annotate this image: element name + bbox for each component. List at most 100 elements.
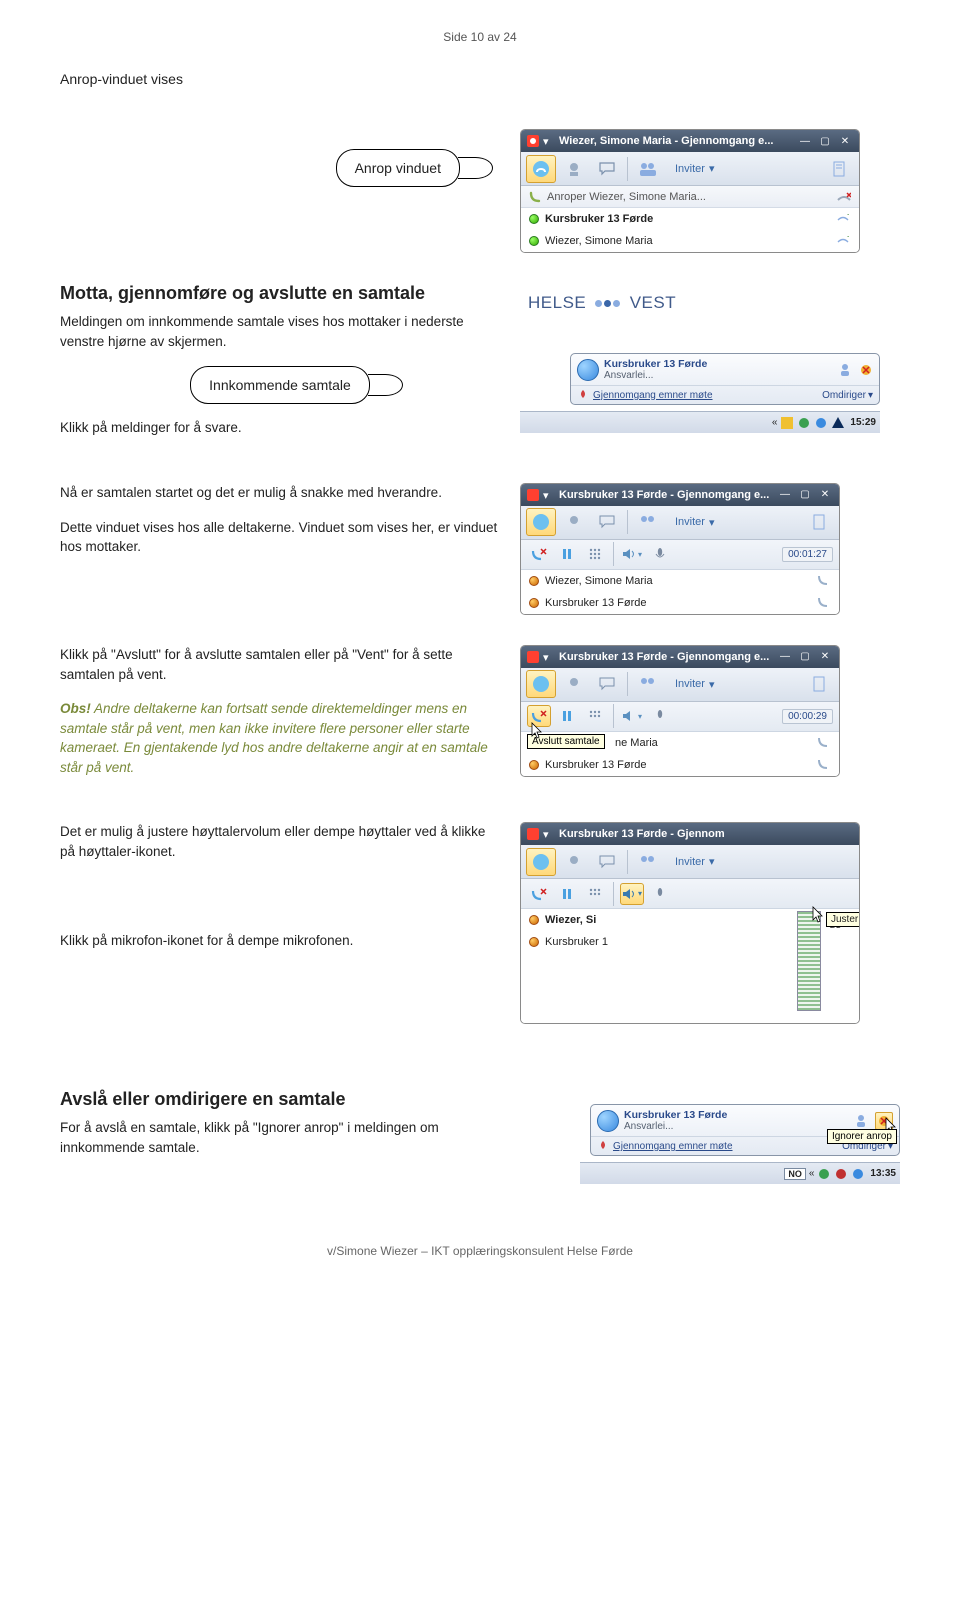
ocs-connected-window: ▾ Kursbruker 13 Førde - Gjennomgang e...…: [520, 483, 840, 615]
reject-icon[interactable]: [859, 363, 873, 377]
close-button[interactable]: ✕: [817, 650, 833, 664]
subject-link[interactable]: Gjennomgang emner møte: [613, 1141, 733, 1152]
invite-button[interactable]: Inviter ▾: [666, 155, 724, 183]
alert-icon: [577, 389, 589, 401]
chat-button[interactable]: [592, 670, 622, 698]
svg-text:+: +: [847, 212, 849, 219]
options-button[interactable]: [804, 508, 834, 536]
invite-button[interactable]: Inviter▾: [666, 670, 724, 698]
hold-button[interactable]: [555, 705, 579, 727]
add-icon[interactable]: +: [837, 234, 851, 248]
hold-button[interactable]: [555, 883, 579, 905]
end-call-button[interactable]: [527, 883, 551, 905]
ocs-volume-window: ▾ Kursbruker 13 Førde - Gjennom Inviter▾: [520, 822, 860, 1024]
tray-expand-icon[interactable]: «: [809, 1168, 815, 1179]
options-button[interactable]: [824, 155, 854, 183]
minimize-button[interactable]: —: [777, 650, 793, 664]
caller-subtitle: Ansvarlei...: [604, 370, 835, 381]
add-people-button[interactable]: [633, 848, 663, 876]
speaker-button[interactable]: ▾: [620, 883, 644, 905]
alert-icon: [597, 1140, 609, 1152]
invite-button[interactable]: Inviter▾: [666, 848, 724, 876]
person-icon[interactable]: [856, 1114, 870, 1128]
options-button[interactable]: [804, 670, 834, 698]
redirect-dropdown[interactable]: Omdiriger ▾: [822, 390, 873, 401]
webcam-button[interactable]: [559, 508, 589, 536]
incoming-call-toast[interactable]: Kursbruker 13 Førde Ansvarlei... Gjennom…: [570, 353, 880, 405]
participant-row[interactable]: Wiezer, Si: [521, 909, 789, 931]
minimize-button[interactable]: —: [777, 488, 793, 502]
dialpad-button[interactable]: [583, 543, 607, 565]
speaker-button[interactable]: ▾: [620, 705, 644, 727]
tray-expand-icon[interactable]: «: [772, 417, 778, 428]
person-icon[interactable]: [840, 363, 854, 377]
phone-icon: [529, 191, 541, 203]
maximize-button[interactable]: ▢: [797, 650, 813, 664]
add-people-button[interactable]: [633, 155, 663, 183]
speaker-button[interactable]: ▾: [620, 543, 644, 565]
titlebar[interactable]: ▾ Kursbruker 13 Førde - Gjennomgang e...…: [521, 484, 839, 506]
titlebar[interactable]: ▾ Kursbruker 13 Førde - Gjennomgang e...…: [521, 646, 839, 668]
call-tab-button[interactable]: [526, 670, 556, 698]
tray-icon[interactable]: [780, 416, 794, 430]
webcam-button[interactable]: [559, 848, 589, 876]
dialpad-button[interactable]: [583, 883, 607, 905]
mic-button[interactable]: [648, 705, 672, 727]
logo-dots-icon: [595, 300, 620, 307]
webcam-button[interactable]: [559, 155, 589, 183]
mic-button[interactable]: [648, 883, 672, 905]
phone-icon[interactable]: [817, 596, 831, 610]
participant-row[interactable]: Wiezer, Simone Maria +: [521, 230, 859, 252]
close-button[interactable]: ✕: [837, 134, 853, 148]
subject-link[interactable]: Gjennomgang emner møte: [593, 390, 713, 401]
add-people-button[interactable]: [633, 508, 663, 536]
webcam-button[interactable]: [559, 670, 589, 698]
participant-row[interactable]: Wiezer, Simone Maria: [521, 570, 839, 592]
call-tab-button[interactable]: [526, 155, 556, 183]
call-tab-button[interactable]: [526, 508, 556, 536]
phone-icon[interactable]: [817, 758, 831, 772]
end-call-button[interactable]: [527, 543, 551, 565]
presence-icon: [529, 214, 539, 224]
participant-row[interactable]: Kursbruker 1: [521, 931, 789, 953]
add-icon[interactable]: +: [837, 212, 851, 226]
tray-icon[interactable]: [797, 416, 811, 430]
mic-button[interactable]: [648, 543, 672, 565]
volume-slider[interactable]: Juster høyttalervolum: [797, 911, 821, 1011]
maximize-button[interactable]: ▢: [797, 488, 813, 502]
participant-row[interactable]: Kursbruker 13 Førde: [521, 754, 839, 776]
chat-button[interactable]: [592, 155, 622, 183]
participant-row[interactable]: Avslutt samtale ne Maria: [521, 732, 839, 754]
add-people-button[interactable]: [633, 670, 663, 698]
titlebar[interactable]: ▾ Wiezer, Simone Maria - Gjennomgang e..…: [521, 130, 859, 152]
chat-button[interactable]: [592, 508, 622, 536]
call-tab-button[interactable]: [526, 848, 556, 876]
hangup-icon[interactable]: [837, 191, 851, 203]
tray-icon[interactable]: [817, 1167, 831, 1181]
close-button[interactable]: ✕: [817, 488, 833, 502]
paragraph: Klikk på "Avslutt" for å avslutte samtal…: [60, 645, 500, 684]
maximize-button[interactable]: ▢: [817, 134, 833, 148]
phone-icon[interactable]: [817, 736, 831, 750]
window-title: Wiezer, Simone Maria - Gjennomgang e...: [559, 135, 793, 147]
dialpad-button[interactable]: [583, 705, 607, 727]
tray-lang[interactable]: NO: [784, 1168, 806, 1180]
participant-list: Wiezer, Si Kursbruker 1 Juster høyttaler…: [521, 909, 859, 1023]
tray-icon[interactable]: [831, 416, 845, 430]
hold-button[interactable]: [555, 543, 579, 565]
tray-icon[interactable]: [814, 416, 828, 430]
presence-icon: [529, 937, 539, 947]
incoming-call-toast[interactable]: Kursbruker 13 Førde Ansvarlei... Gjennom…: [590, 1104, 900, 1156]
phone-icon[interactable]: [817, 574, 831, 588]
tray-icon[interactable]: [834, 1167, 848, 1181]
invite-button[interactable]: Inviter▾: [666, 508, 724, 536]
chat-button[interactable]: [592, 848, 622, 876]
tray-icon[interactable]: [851, 1167, 865, 1181]
drop-icon: ▾: [543, 828, 555, 840]
tray-clock: 13:35: [870, 1168, 896, 1179]
minimize-button[interactable]: —: [797, 134, 813, 148]
titlebar[interactable]: ▾ Kursbruker 13 Førde - Gjennom: [521, 823, 859, 845]
participant-list: Kursbruker 13 Førde + Wiezer, Simone Mar…: [521, 208, 859, 252]
participant-row[interactable]: Kursbruker 13 Førde +: [521, 208, 859, 230]
participant-row[interactable]: Kursbruker 13 Førde: [521, 592, 839, 614]
